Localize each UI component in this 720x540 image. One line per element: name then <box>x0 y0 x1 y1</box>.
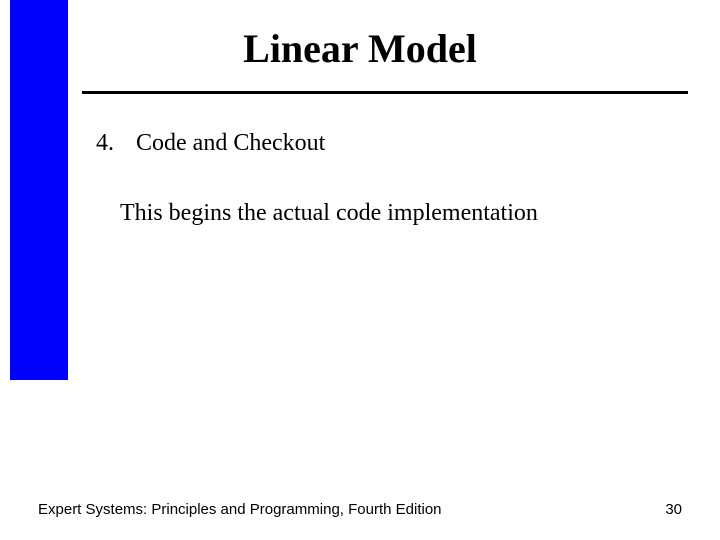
description-text: This begins the actual code implementati… <box>120 200 680 227</box>
slide-title: Linear Model <box>0 25 720 72</box>
list-number: 4. <box>96 130 136 157</box>
title-underline <box>82 91 688 94</box>
list-item: 4. Code and Checkout <box>96 130 656 157</box>
footer-source: Expert Systems: Principles and Programmi… <box>38 501 442 518</box>
list-label: Code and Checkout <box>136 130 656 157</box>
footer-page-number: 30 <box>665 501 682 518</box>
